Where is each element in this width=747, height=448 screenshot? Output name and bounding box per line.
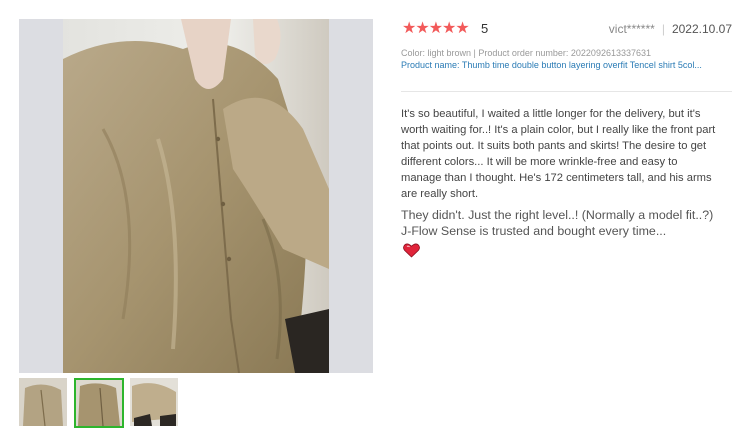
meta-separator: | [661, 22, 665, 36]
thumbnail-2-image [76, 380, 122, 426]
thumbnail-1[interactable] [19, 378, 67, 426]
rating-score: 5 [481, 21, 489, 36]
review-rating-row: ★★★★★ 5 vict****** | 2022.10.07 [402, 20, 732, 38]
review-body: It's so beautiful, I waited a little lon… [401, 108, 716, 200]
review-main-photo[interactable] [19, 19, 373, 373]
order-info: Color: light brown | Product order numbe… [401, 48, 652, 58]
thumbnail-3-image [130, 378, 178, 426]
review-meta: vict****** | 2022.10.07 [609, 22, 732, 36]
review-body-continued: They didn't. Just the right level..! (No… [401, 208, 714, 238]
thumbnail-3[interactable] [130, 378, 178, 426]
thumbnail-1-image [19, 378, 67, 426]
star-icon: ★★★★★ [402, 20, 470, 37]
photo-frame [63, 19, 329, 373]
review-date: 2022.10.07 [671, 22, 732, 36]
thumbnail-2-selected[interactable] [74, 378, 124, 428]
heart-icon [403, 243, 420, 258]
divider [401, 91, 732, 92]
shirt-photo-illustration [63, 19, 329, 373]
product-name-link[interactable]: Product name: Thumb time double button l… [401, 60, 719, 71]
reviewer-name: vict****** [608, 22, 655, 36]
